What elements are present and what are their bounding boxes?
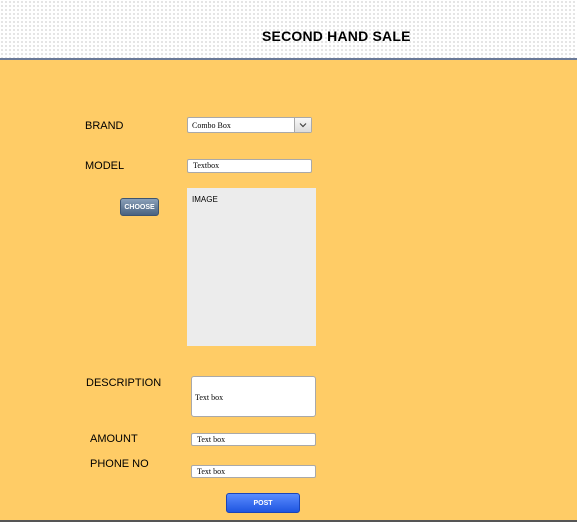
model-input[interactable]: Textbox <box>187 159 312 173</box>
image-label: IMAGE <box>192 195 218 204</box>
post-button[interactable]: POST <box>226 493 300 513</box>
amount-label: AMOUNT <box>90 433 138 445</box>
brand-combo-box[interactable]: Combo Box <box>187 117 312 133</box>
model-input-value: Textbox <box>193 161 220 170</box>
phone-label: PHONE NO <box>90 458 149 470</box>
phone-input[interactable]: Text box <box>191 465 316 478</box>
amount-input[interactable]: Text box <box>191 433 316 446</box>
header-bar: SECOND HAND SALE <box>0 0 577 60</box>
footer-strip <box>0 522 577 528</box>
chevron-down-icon[interactable] <box>294 118 311 132</box>
model-label: MODEL <box>85 160 125 172</box>
choose-button[interactable]: CHOOSE <box>120 198 159 216</box>
phone-input-value: Text box <box>197 466 226 476</box>
brand-label: BRAND <box>85 120 124 132</box>
description-input[interactable]: Text box <box>191 376 316 417</box>
brand-combo-value: Combo Box <box>192 121 231 130</box>
description-label: DESCRIPTION <box>86 377 162 389</box>
amount-input-value: Text box <box>197 434 226 444</box>
image-preview: IMAGE <box>187 188 316 346</box>
description-input-value: Text box <box>195 393 224 402</box>
page-title: SECOND HAND SALE <box>262 28 411 44</box>
